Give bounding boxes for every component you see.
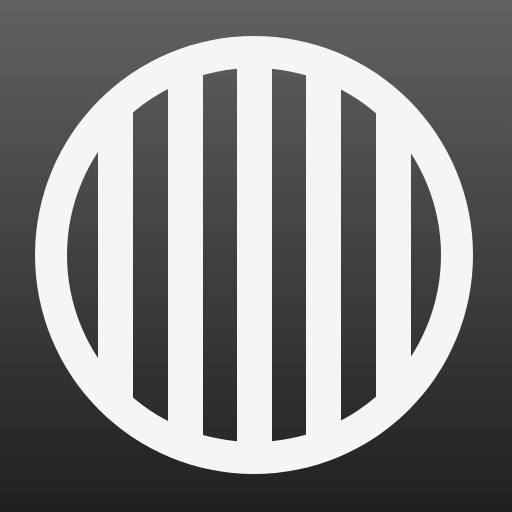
stripe-gap <box>272 68 306 442</box>
app-icon <box>0 0 512 512</box>
glyph-disc <box>35 36 473 474</box>
stripe-gap <box>203 68 237 442</box>
circle-with-vertical-stripes-icon <box>0 0 512 512</box>
